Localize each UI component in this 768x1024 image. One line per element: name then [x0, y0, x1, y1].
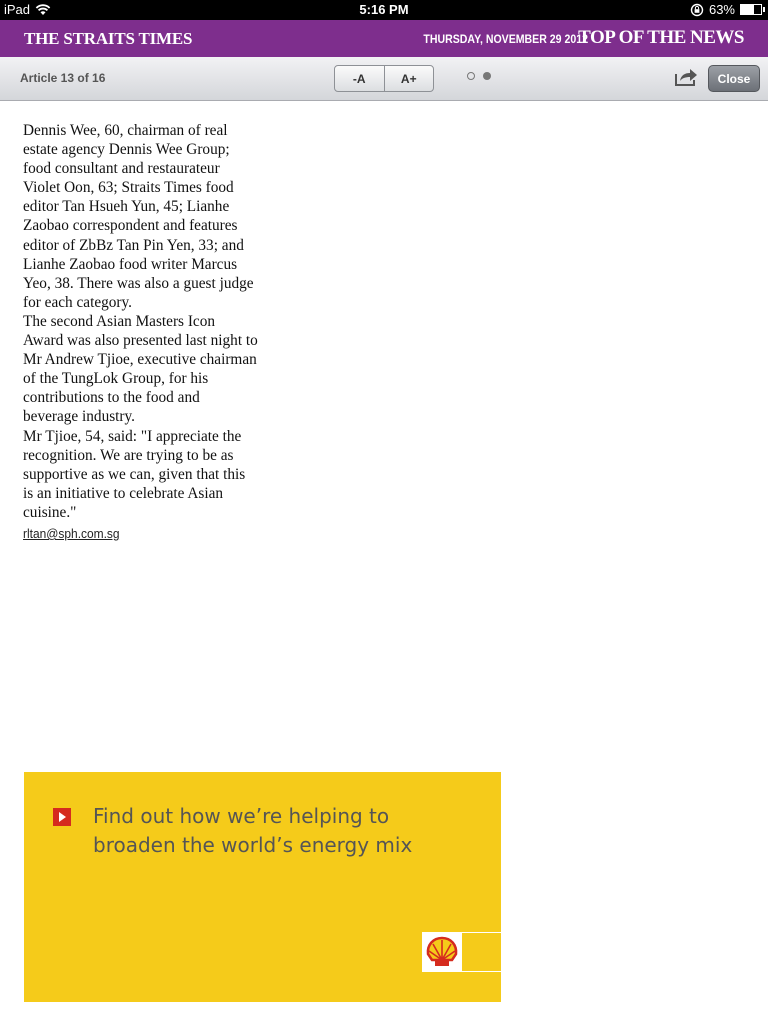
article-paragraph: Mr Tjioe, 54, said: "I appreciate the re… [23, 427, 246, 521]
masthead: THE STRAITS TIMES THURSDAY, NOVEMBER 29 … [0, 20, 768, 57]
status-bar: iPad 5:16 PM 63% [0, 0, 768, 20]
article-paragraph: Dennis Wee, 60, chairman of real estate … [23, 122, 254, 311]
article-counter: Article 13 of 16 [20, 71, 106, 85]
edition-date: THURSDAY, NOVEMBER 29 2012 [423, 32, 588, 46]
font-size-control: -A A+ [334, 65, 434, 92]
shell-logo-icon [422, 932, 462, 972]
shell-advertisement[interactable]: Find out how we’re helping to broaden th… [24, 772, 501, 1002]
toolbar: Article 13 of 16 -A A+ Close [0, 57, 768, 101]
font-increase-button[interactable]: A+ [383, 66, 434, 91]
status-time: 5:16 PM [359, 2, 409, 17]
page-dot-1[interactable] [467, 72, 475, 80]
battery-percent: 63% [708, 2, 735, 17]
newspaper-logo: THE STRAITS TIMES [24, 29, 193, 48]
share-icon[interactable] [674, 67, 698, 87]
article-body: Dennis Wee, 60, chairman of real estate … [23, 121, 258, 543]
page-indicator[interactable] [467, 72, 491, 80]
battery-level [741, 5, 754, 14]
shell-pecten-icon [426, 936, 458, 966]
ad-headline-line-1: Find out how we’re helping to [93, 804, 390, 828]
page-dot-2[interactable] [483, 72, 491, 80]
play-arrow-icon[interactable] [53, 808, 71, 826]
status-right: 63% [690, 2, 765, 17]
close-button[interactable]: Close [708, 65, 760, 92]
ad-divider [462, 932, 501, 972]
ad-headline[interactable]: Find out how we’re helping to broaden th… [93, 802, 433, 860]
ad-headline-line-2: broaden the world’s energy mix [93, 833, 413, 857]
author-email-link[interactable]: rltan@sph.com.sg [23, 524, 120, 543]
section-title: TOP OF THE NEWS [578, 27, 744, 48]
rotation-lock-icon [690, 3, 704, 16]
article-paragraph: The second Asian Masters Icon Award was … [23, 312, 258, 426]
battery-icon [740, 4, 765, 15]
font-decrease-button[interactable]: -A [335, 66, 384, 91]
